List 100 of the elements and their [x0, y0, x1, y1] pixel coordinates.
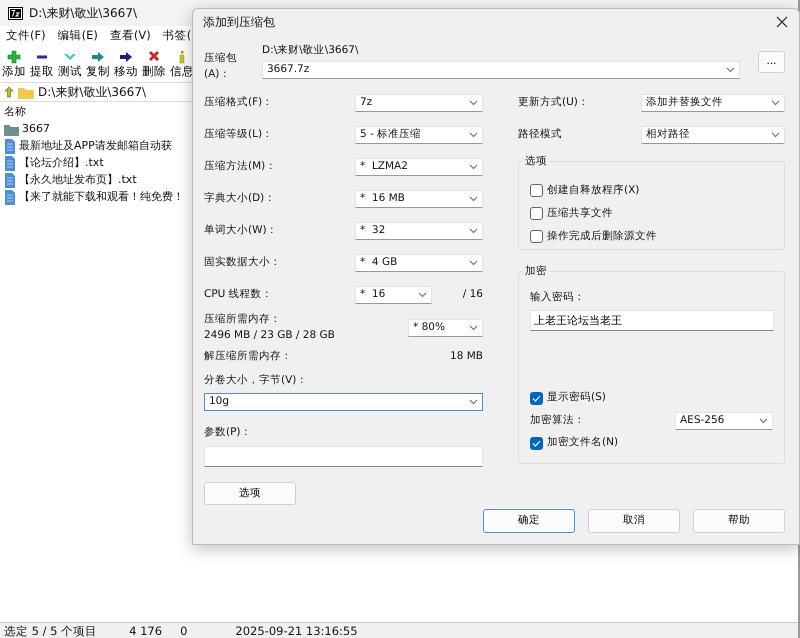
- field-label: 压缩等级(L)：: [204, 127, 274, 142]
- field-label: 压缩所需内存：: [204, 312, 282, 328]
- dialog-button[interactable]: 确定: [483, 509, 575, 533]
- browse-button[interactable]: ...: [758, 51, 785, 73]
- chevron-down-icon: [469, 196, 478, 202]
- menu-item[interactable]: 编辑(E): [58, 27, 98, 45]
- checkbox-label[interactable]: 压缩共享文件: [547, 206, 613, 222]
- file-name[interactable]: 最新地址及APP请发邮箱自动获: [19, 138, 172, 155]
- file-name[interactable]: 【论坛介绍】.txt: [19, 155, 104, 172]
- field-label: 固实数据大小：: [204, 255, 282, 270]
- checkbox-label[interactable]: 显示密码(S): [547, 390, 606, 406]
- options-button[interactable]: 选项: [204, 482, 296, 505]
- file-name[interactable]: 【来了就能下载和观看！纯免费！: [19, 189, 184, 206]
- field-label: 压缩包(A)：: [204, 51, 238, 82]
- menu-item[interactable]: 书签(: [162, 27, 192, 45]
- field-label: 压缩方法(M)：: [204, 159, 278, 174]
- field-label: 字典大小(D)：: [204, 191, 276, 206]
- chevron-down-icon: [469, 325, 478, 331]
- toolbar-button[interactable]: 复制: [86, 50, 110, 78]
- dropdown[interactable]: * 16: [355, 286, 432, 304]
- checkbox[interactable]: [530, 392, 543, 405]
- field-label: 解压缩所需内存：: [204, 349, 292, 364]
- dropdown[interactable]: 相对路径: [641, 126, 785, 144]
- field-label: 压缩格式(F)：: [204, 95, 274, 110]
- chevron-down-icon: [469, 100, 478, 106]
- dialog-title: 添加到压缩包: [203, 14, 275, 31]
- arrow-right-icon: [91, 50, 105, 64]
- field-label: 路径模式: [518, 127, 563, 142]
- status-text: 选定 5 / 5 个项目: [4, 623, 98, 638]
- close-icon: [776, 16, 788, 28]
- status-text: 0: [180, 623, 188, 638]
- toolbar-button[interactable]: 删除: [142, 50, 166, 78]
- status-text: 4 176: [129, 623, 162, 638]
- chevron-down-icon: [469, 399, 478, 405]
- field-label: 参数(P)：: [204, 425, 253, 440]
- document-icon: [4, 156, 16, 171]
- document-icon: [4, 190, 16, 205]
- document-icon: [4, 173, 16, 188]
- thread-total: / 16: [462, 287, 483, 302]
- dialog-button[interactable]: 取消: [588, 509, 680, 533]
- checkbox-label[interactable]: 创建自释放程序(X): [547, 182, 640, 198]
- password-field[interactable]: 上老王论坛当老王: [530, 310, 774, 331]
- dropdown[interactable]: AES-256: [675, 412, 773, 430]
- chevron-down-icon: [759, 418, 768, 424]
- checkbox[interactable]: [530, 207, 543, 220]
- document-icon: [4, 139, 16, 154]
- dropdown[interactable]: 10g: [204, 393, 483, 411]
- archive-name-field[interactable]: 3667.7z: [262, 60, 740, 79]
- memory-usage: 2496 MB / 23 GB / 28 GB: [204, 328, 335, 343]
- dropdown[interactable]: 5 - 标准压缩: [355, 126, 483, 144]
- dropdown[interactable]: * 80%: [408, 319, 483, 337]
- dropdown[interactable]: * 4 GB: [355, 254, 483, 272]
- field-label: 单词大小(W)：: [204, 223, 279, 238]
- toolbar-button[interactable]: 测试: [58, 50, 82, 78]
- menu-item[interactable]: 查看(V): [110, 27, 151, 45]
- window-title: D:\来财\敬业\3667\: [29, 5, 137, 22]
- dropdown[interactable]: * 32: [355, 222, 483, 240]
- toolbar-button[interactable]: 添加: [2, 50, 26, 78]
- memory-value: 18 MB: [450, 349, 483, 364]
- address-path: D:\来财\敬业\3667\: [38, 84, 146, 101]
- field-label: 分卷大小，字节(V)：: [204, 373, 308, 388]
- field-label: 更新方式(U)：: [518, 95, 590, 110]
- field-label: CPU 线程数：: [204, 287, 274, 302]
- chevron-down-icon: [469, 260, 478, 266]
- arrow-right-icon: [119, 50, 133, 64]
- toolbar-button[interactable]: 移动: [114, 50, 138, 78]
- check-icon: [532, 440, 541, 447]
- checkbox[interactable]: [530, 184, 543, 197]
- chevron-down-icon: [469, 228, 478, 234]
- x-icon: [147, 50, 161, 64]
- checkbox-label[interactable]: 操作完成后删除源文件: [547, 228, 657, 244]
- chevron-down-icon: [771, 132, 780, 138]
- toolbar-button[interactable]: 信息: [170, 50, 194, 78]
- checkbox-label[interactable]: 加密文件名(N): [547, 435, 618, 452]
- field-label: 输入密码：: [530, 290, 586, 305]
- chevron-down-icon: [469, 164, 478, 170]
- input-field[interactable]: [204, 446, 483, 467]
- app-icon: [8, 6, 23, 20]
- status-text: 2025-09-21 13:16:55: [235, 623, 358, 638]
- checkbox[interactable]: [530, 436, 543, 450]
- file-name[interactable]: 【永久地址发布页】.txt: [19, 172, 137, 189]
- check-icon: [532, 394, 541, 402]
- plus-icon: [7, 50, 21, 64]
- chevron-down-icon: [469, 132, 478, 138]
- file-name[interactable]: 3667: [22, 121, 50, 138]
- up-arrow-icon: [4, 86, 14, 98]
- folder-icon: [4, 124, 19, 136]
- dialog-button[interactable]: 帮助: [693, 509, 785, 533]
- dropdown[interactable]: 添加并替换文件: [641, 94, 785, 112]
- dropdown[interactable]: 7z: [355, 94, 483, 112]
- checkbox[interactable]: [530, 230, 543, 243]
- folder-path: D:\来财\敬业\3667\: [262, 43, 360, 58]
- folder-icon: [18, 86, 34, 98]
- toolbar-button[interactable]: 提取: [30, 50, 54, 78]
- chevron-down-icon: [726, 66, 735, 73]
- dropdown[interactable]: * LZMA2: [355, 158, 483, 176]
- dropdown[interactable]: * 16 MB: [355, 190, 483, 208]
- chevron-down-icon: [418, 292, 427, 298]
- menu-item[interactable]: 文件(F): [6, 27, 46, 45]
- field-label: 加密算法：: [530, 412, 585, 428]
